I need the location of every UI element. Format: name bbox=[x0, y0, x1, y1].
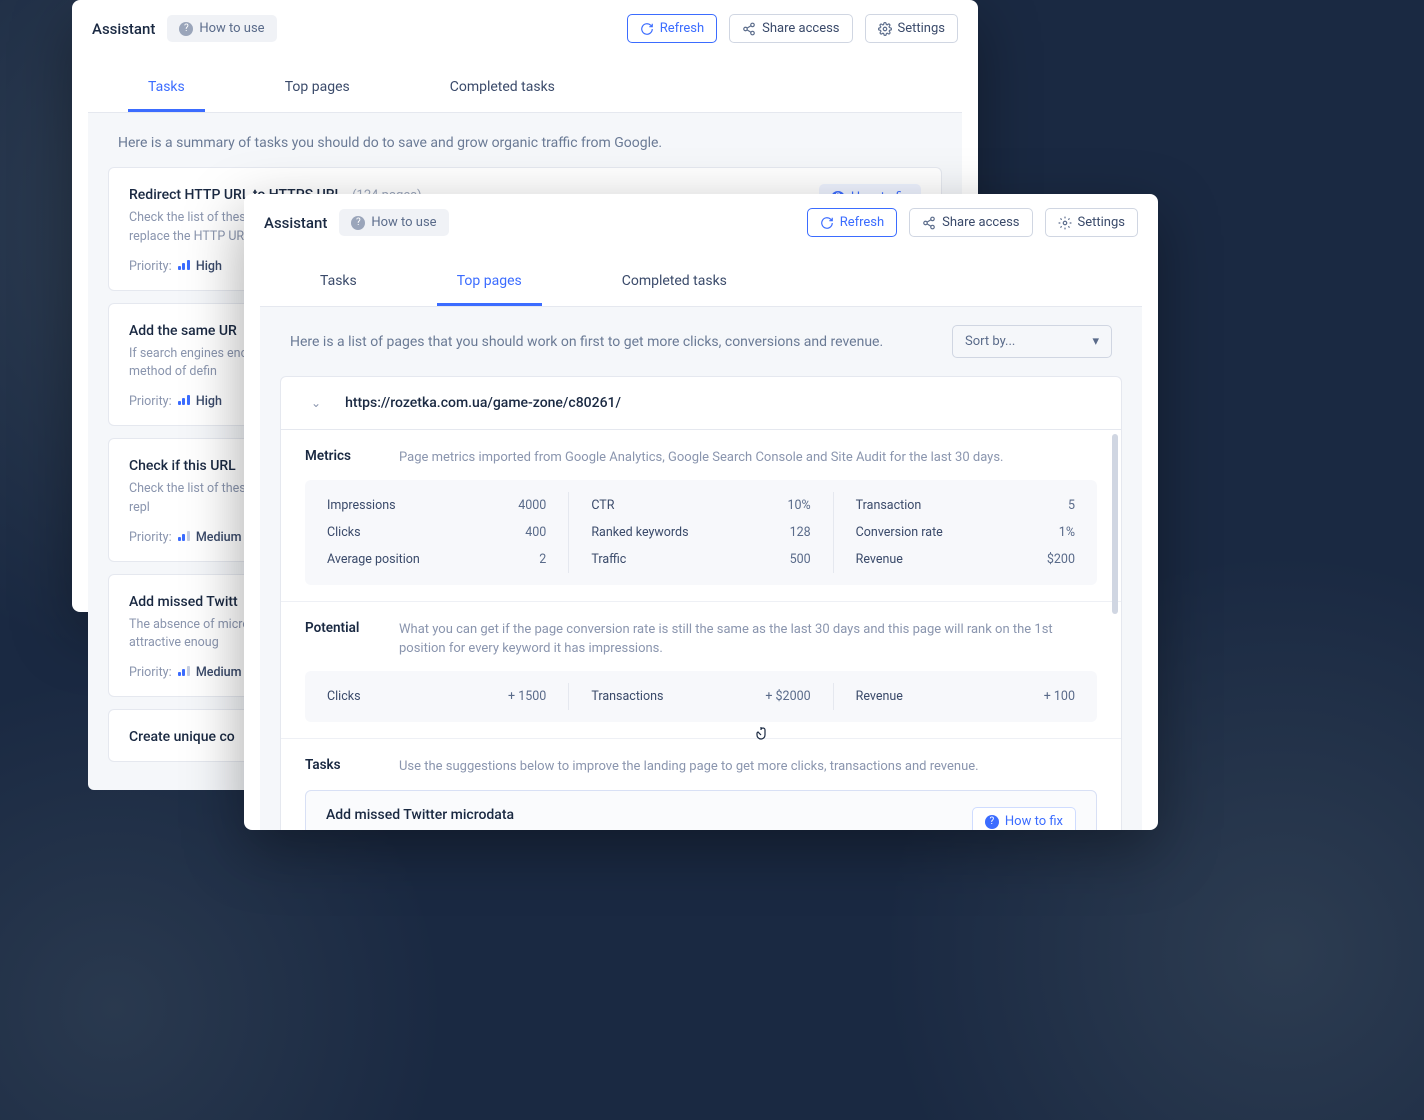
top-pages-canvas: Tasks Top pages Completed tasks Here is … bbox=[260, 252, 1142, 830]
tasks-section-title: Tasks bbox=[305, 757, 369, 773]
tab-completed[interactable]: Completed tasks bbox=[430, 58, 575, 112]
task-title: Check if this URL bbox=[129, 458, 236, 474]
tab-top-pages[interactable]: Top pages bbox=[265, 58, 370, 112]
priority-bars-icon bbox=[178, 259, 190, 270]
sort-dropdown[interactable]: Sort by... ▾ bbox=[952, 325, 1112, 358]
app-title: Assistant bbox=[92, 20, 155, 38]
help-icon: ? bbox=[179, 22, 193, 36]
task-title: Add the same UR bbox=[129, 323, 237, 339]
refresh-icon bbox=[640, 22, 654, 36]
tab-completed[interactable]: Completed tasks bbox=[602, 252, 747, 306]
tabs: Tasks Top pages Completed tasks bbox=[260, 252, 1142, 307]
share-button[interactable]: Share access bbox=[729, 14, 852, 43]
page-task-card: Add missed Twitter microdata The absence… bbox=[305, 790, 1097, 830]
priority-bars-icon bbox=[178, 394, 190, 405]
how-to-fix-button[interactable]: ? How to fix bbox=[972, 807, 1076, 830]
priority-bars-icon bbox=[178, 665, 190, 676]
priority-value: High bbox=[196, 394, 222, 409]
tab-tasks[interactable]: Tasks bbox=[128, 58, 205, 112]
tasks-summary: Here is a summary of tasks you should do… bbox=[88, 113, 962, 167]
tabs: Tasks Top pages Completed tasks bbox=[88, 58, 962, 113]
pages-summary: Here is a list of pages that you should … bbox=[290, 334, 883, 350]
metrics-title: Metrics bbox=[305, 448, 369, 464]
settings-button[interactable]: Settings bbox=[865, 14, 958, 43]
refresh-button[interactable]: Refresh bbox=[627, 14, 717, 43]
share-button[interactable]: Share access bbox=[909, 208, 1032, 237]
task-title: Add missed Twitt bbox=[129, 594, 238, 610]
priority-bars-icon bbox=[178, 530, 190, 541]
potential-grid: Clicks+ 1500 Transactions+ $2000 Revenue… bbox=[305, 671, 1097, 722]
help-icon: ? bbox=[985, 815, 999, 829]
share-icon bbox=[742, 22, 756, 36]
top-pages-panel: Assistant ? How to use Refresh Share acc… bbox=[244, 194, 1158, 830]
gear-icon bbox=[878, 22, 892, 36]
share-icon bbox=[922, 216, 936, 230]
metrics-desc: Page metrics imported from Google Analyt… bbox=[399, 448, 1097, 468]
priority-value: Medium bbox=[196, 530, 242, 545]
settings-button[interactable]: Settings bbox=[1045, 208, 1138, 237]
priority-value: Medium bbox=[196, 665, 242, 680]
priority-value: High bbox=[196, 259, 222, 274]
gear-icon bbox=[1058, 216, 1072, 230]
how-to-use-button[interactable]: ? How to use bbox=[167, 15, 276, 42]
header: Assistant ? How to use Refresh Share acc… bbox=[72, 0, 978, 58]
tasks-section-desc: Use the suggestions below to improve the… bbox=[399, 757, 1097, 777]
help-icon: ? bbox=[351, 216, 365, 230]
potential-title: Potential bbox=[305, 620, 369, 636]
app-title: Assistant bbox=[264, 214, 327, 232]
page-url: https://rozetka.com.ua/game-zone/c80261/ bbox=[345, 395, 621, 411]
how-to-use-button[interactable]: ? How to use bbox=[339, 209, 448, 236]
page-detail-body: Metrics Page metrics imported from Googl… bbox=[280, 430, 1122, 830]
tab-top-pages[interactable]: Top pages bbox=[437, 252, 542, 306]
task-title: Add missed Twitter microdata bbox=[326, 807, 952, 823]
header: Assistant ? How to use Refresh Share acc… bbox=[244, 194, 1158, 252]
scrollbar-thumb[interactable] bbox=[1112, 434, 1118, 614]
refresh-icon bbox=[820, 216, 834, 230]
page-url-row[interactable]: ⌄ https://rozetka.com.ua/game-zone/c8026… bbox=[280, 376, 1122, 430]
refresh-button[interactable]: Refresh bbox=[807, 208, 897, 237]
tab-tasks[interactable]: Tasks bbox=[300, 252, 377, 306]
task-desc: The absence of microdata for generating … bbox=[326, 829, 952, 830]
potential-desc: What you can get if the page conversion … bbox=[399, 620, 1097, 659]
task-title: Create unique co bbox=[129, 729, 235, 745]
chevron-down-icon: ▾ bbox=[1092, 334, 1099, 349]
metrics-grid: Impressions4000 Clicks400 Average positi… bbox=[305, 480, 1097, 585]
chevron-down-icon[interactable]: ⌄ bbox=[311, 396, 321, 410]
